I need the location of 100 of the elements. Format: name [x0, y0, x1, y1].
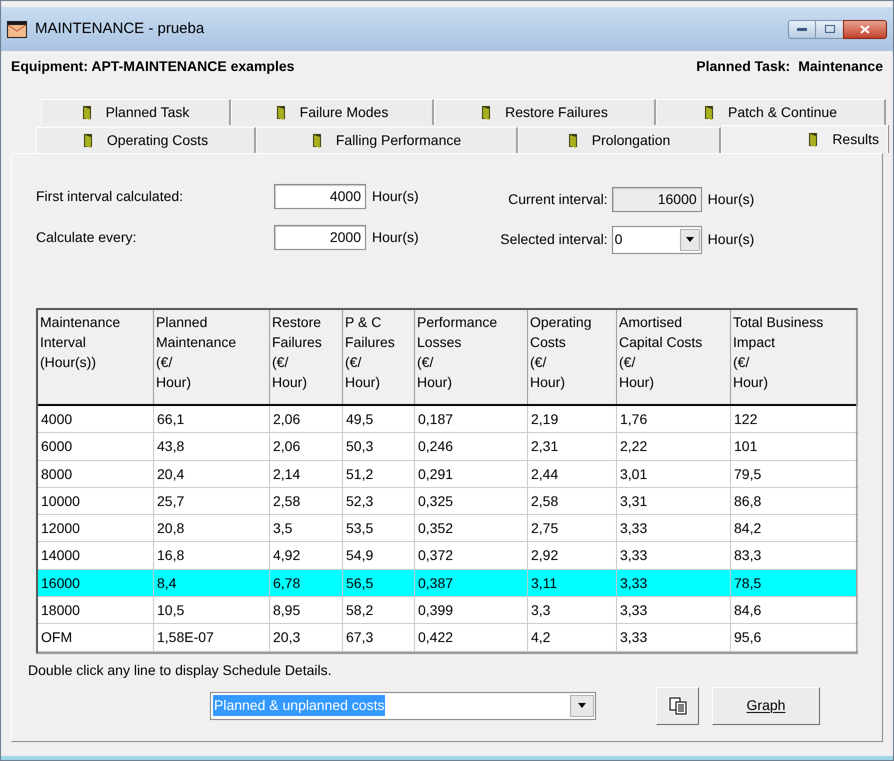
- unit-label: Hour(s): [372, 228, 419, 247]
- dropdown-arrow-icon: [578, 703, 586, 708]
- close-button[interactable]: [843, 20, 887, 38]
- table-cell: 67,3: [343, 624, 415, 651]
- maximize-icon: [824, 25, 834, 33]
- table-row[interactable]: 10000 25,7 2,58 52,3 0,325 2,58 3,31 86,8: [38, 488, 856, 516]
- envelope-icon: [7, 20, 27, 38]
- table-row[interactable]: 12000 20,8 3,5 53,5 0,352 2,75 3,33 84,2: [38, 515, 856, 542]
- door-icon: [704, 104, 714, 120]
- table-cell: 86,8: [731, 488, 858, 514]
- table-cell: 0,246: [415, 433, 528, 460]
- table-cell: 50,3: [343, 433, 415, 460]
- table-cell: 10000: [38, 488, 154, 514]
- tab[interactable]: Operating Costs: [36, 127, 256, 153]
- table-cell: 20,4: [154, 460, 270, 487]
- unit-label: Hour(s): [708, 230, 754, 249]
- table-cell: 20,3: [270, 624, 343, 651]
- door-icon: [312, 132, 322, 148]
- table-cell: 52,3: [343, 488, 415, 514]
- column-header[interactable]: Maintenance Interval (Hour(s)): [38, 310, 154, 404]
- table-cell: 2,19: [528, 406, 617, 432]
- table-cell: 3,31: [617, 488, 731, 514]
- table-cell: 122: [731, 406, 858, 432]
- table-cell: 4000: [38, 406, 154, 432]
- table-cell: 12000: [38, 515, 154, 542]
- table-cell: 54,9: [343, 542, 415, 569]
- door-icon: [82, 132, 93, 148]
- minimize-icon: [797, 28, 807, 30]
- table-row[interactable]: 8000 20,4 2,14 51,2 0,291 2,44 3,01 79,5: [38, 460, 856, 488]
- column-header[interactable]: Performance Losses (€/ Hour): [415, 310, 528, 404]
- table-cell: 3,33: [617, 597, 731, 624]
- table-cell: 2,58: [270, 488, 343, 514]
- table-cell: 20,8: [154, 515, 270, 542]
- number-field[interactable]: 2000: [274, 225, 366, 250]
- number-field[interactable]: 4000: [274, 184, 366, 209]
- table-cell: 2,44: [528, 460, 617, 487]
- tab[interactable]: Planned Task: [41, 99, 231, 125]
- graph-button[interactable]: Graph: [712, 686, 820, 725]
- copy-button[interactable]: [656, 686, 699, 725]
- close-icon: [860, 24, 870, 34]
- table-cell: 8000: [38, 460, 154, 487]
- table-cell: 56,5: [343, 570, 415, 596]
- tab[interactable]: Results: [721, 125, 888, 153]
- table-cell: 43,8: [154, 433, 270, 460]
- table-cell: 10,5: [154, 597, 270, 624]
- table-cell: 2,22: [617, 433, 731, 460]
- table-row[interactable]: 16000 8,4 6,78 56,5 0,387 3,11 3,33 78,5: [38, 570, 856, 598]
- door-icon: [276, 104, 286, 120]
- column-header[interactable]: Restore Failures (€/ Hour): [270, 310, 343, 404]
- table-cell: 0,325: [415, 488, 528, 514]
- table-row[interactable]: 6000 43,8 2,06 50,3 0,246 2,31 2,22 101: [38, 433, 856, 461]
- table-cell: 3,33: [617, 624, 731, 651]
- interval-dropdown[interactable]: 0: [612, 226, 702, 254]
- table-cell: 3,33: [617, 515, 731, 542]
- table-row[interactable]: 18000 10,5 8,95 58,2 0,399 3,3 3,33 84,6: [38, 597, 856, 624]
- table-row[interactable]: 4000 66,1 2,06 49,5 0,187 2,19 1,76 122: [38, 406, 856, 434]
- door-icon: [808, 132, 818, 148]
- table-cell: 51,2: [343, 460, 415, 487]
- unit-label: Hour(s): [708, 190, 754, 209]
- table-cell: 8,95: [270, 597, 343, 624]
- planned-task-label: Planned Task:: [696, 56, 790, 76]
- table-cell: 3,33: [617, 542, 731, 569]
- unit-label: Hour(s): [372, 187, 419, 206]
- table-row[interactable]: OFM 1,58E-07 20,3 67,3 0,422 4,2 3,33 95,6: [38, 624, 856, 652]
- table-cell: 8,4: [154, 570, 270, 596]
- table-cell: 0,387: [415, 570, 528, 596]
- column-header[interactable]: P & C Failures (€/ Hour): [343, 310, 415, 404]
- tab[interactable]: Prolongation: [518, 127, 721, 153]
- table-cell: 3,33: [617, 570, 731, 596]
- table-cell: 3,01: [617, 460, 731, 487]
- table-cell: 95,6: [731, 624, 858, 651]
- door-icon: [82, 104, 92, 120]
- field-label: First interval calculated:: [36, 187, 184, 206]
- dropdown-arrow-icon: [686, 237, 694, 242]
- table-cell: 0,422: [415, 624, 528, 651]
- column-header[interactable]: Total Business Impact (€/ Hour): [731, 310, 858, 404]
- tab[interactable]: Restore Failures: [434, 99, 656, 125]
- minimize-button[interactable]: [788, 20, 816, 38]
- table-cell: 84,6: [731, 597, 858, 624]
- table-cell: 0,352: [415, 515, 528, 542]
- table-cell: 6,78: [270, 570, 343, 596]
- table-cell: 14000: [38, 542, 154, 569]
- table-cell: 66,1: [154, 406, 270, 432]
- planned-task-value: Maintenance: [798, 56, 883, 76]
- tab[interactable]: Failure Modes: [231, 99, 434, 125]
- column-header[interactable]: Planned Maintenance (€/ Hour): [154, 310, 270, 404]
- field-label: Selected interval:: [499, 230, 608, 249]
- table-cell: 3,5: [270, 515, 343, 542]
- table-row[interactable]: 14000 16,8 4,92 54,9 0,372 2,92 3,33 83,3: [38, 542, 856, 570]
- table-cell: 58,2: [343, 597, 415, 624]
- table-cell: 0,187: [415, 406, 528, 432]
- maximize-button[interactable]: [816, 20, 843, 38]
- column-header[interactable]: Operating Costs (€/ Hour): [528, 310, 617, 404]
- table-cell: 78,5: [731, 570, 858, 596]
- window-title: MAINTENANCE - prueba: [35, 18, 204, 39]
- tab[interactable]: Falling Performance: [256, 127, 518, 153]
- column-header[interactable]: Amortised Capital Costs (€/ Hour): [617, 310, 731, 404]
- table-cell: 4,92: [270, 542, 343, 569]
- field-label: Current interval:: [507, 190, 608, 209]
- tab[interactable]: Patch & Continue: [656, 99, 886, 125]
